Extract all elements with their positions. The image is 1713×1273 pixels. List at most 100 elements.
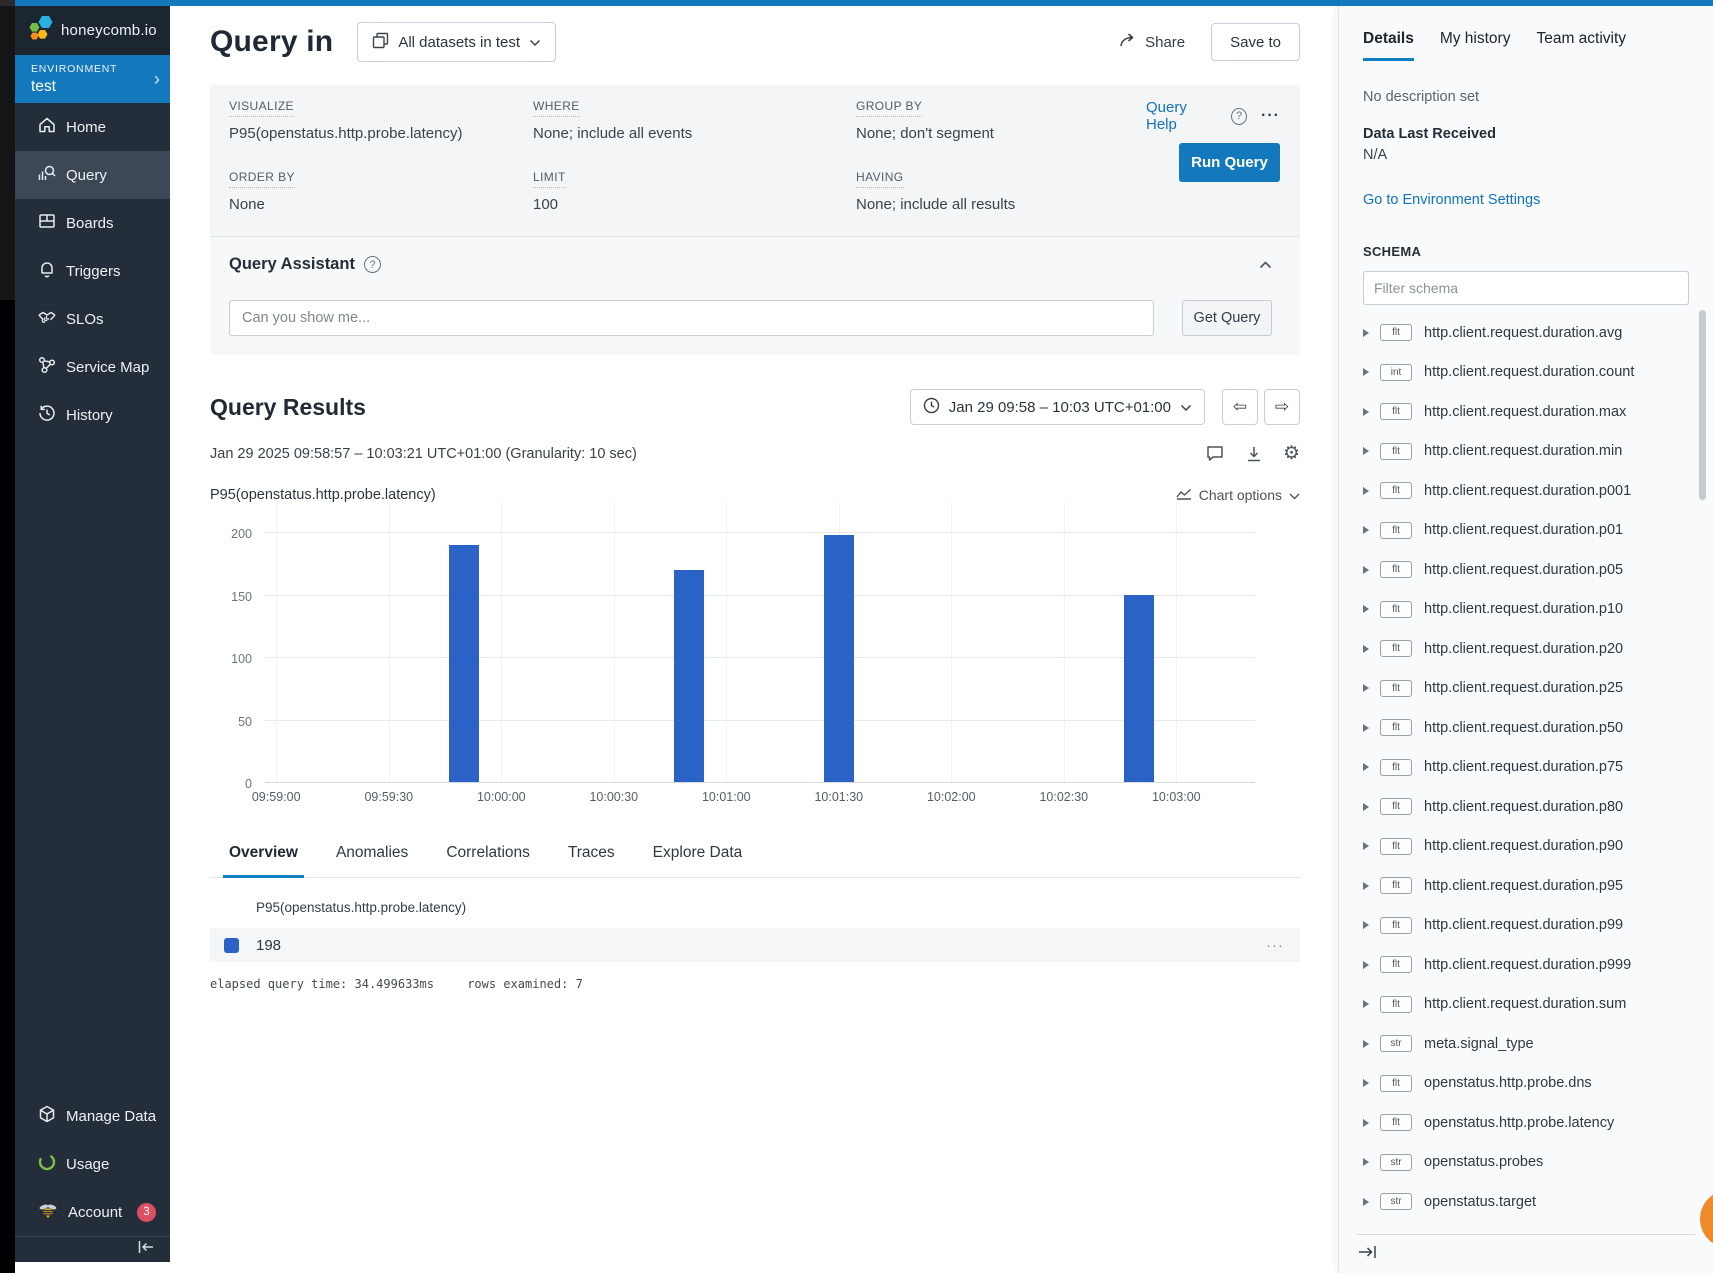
- sidebar-item-home[interactable]: Home: [15, 103, 170, 151]
- details-tab[interactable]: My history: [1440, 30, 1511, 61]
- sidebar-collapse-button[interactable]: [15, 1236, 170, 1262]
- schema-row[interactable]: flt http.client.request.duration.p80: [1363, 787, 1689, 827]
- get-query-button[interactable]: Get Query: [1182, 300, 1272, 336]
- expand-caret-icon[interactable]: [1363, 368, 1369, 376]
- query-help-link[interactable]: Query Help: [1146, 99, 1217, 133]
- chart-bar[interactable]: [449, 545, 479, 783]
- brand-logo[interactable]: honeycomb.io: [15, 6, 170, 55]
- expand-caret-icon[interactable]: [1363, 1198, 1369, 1206]
- collapse-chevron-icon[interactable]: [1259, 256, 1272, 274]
- chart-bar[interactable]: [674, 570, 704, 783]
- row-overflow-menu-icon[interactable]: ···: [1266, 937, 1284, 954]
- schema-row[interactable]: flt http.client.request.duration.avg: [1363, 313, 1689, 353]
- schema-row[interactable]: flt http.client.request.duration.p95: [1363, 866, 1689, 906]
- clause-where[interactable]: WHERE None; include all events: [533, 97, 856, 142]
- sidebar-item-account[interactable]: Account 3: [15, 1188, 170, 1236]
- schema-row[interactable]: str meta.signal_type: [1363, 1024, 1689, 1064]
- gear-icon[interactable]: ⚙: [1283, 444, 1300, 463]
- run-query-button[interactable]: Run Query: [1179, 143, 1280, 182]
- schema-row[interactable]: flt http.client.request.duration.p20: [1363, 629, 1689, 669]
- schema-row[interactable]: flt http.client.request.duration.min: [1363, 432, 1689, 472]
- expand-caret-icon[interactable]: [1363, 961, 1369, 969]
- expand-caret-icon[interactable]: [1363, 526, 1369, 534]
- assistant-prompt-input[interactable]: [229, 300, 1154, 336]
- schema-row[interactable]: flt http.client.request.duration.sum: [1363, 985, 1689, 1025]
- expand-caret-icon[interactable]: [1363, 645, 1369, 653]
- clause-value[interactable]: None; include all results: [856, 196, 1146, 213]
- clause-value[interactable]: None: [229, 196, 533, 213]
- save-to-button[interactable]: Save to: [1211, 23, 1300, 61]
- chart-bar[interactable]: [1124, 595, 1154, 783]
- expand-caret-icon[interactable]: [1363, 1000, 1369, 1008]
- time-back-button[interactable]: ⇦: [1222, 389, 1258, 425]
- comment-button[interactable]: [1205, 444, 1225, 463]
- sidebar-item-slos[interactable]: SLOs: [15, 295, 170, 343]
- results-tab[interactable]: Overview: [223, 844, 304, 878]
- time-range-selector[interactable]: Jan 29 09:58 – 10:03 UTC+01:00: [910, 389, 1205, 425]
- schema-row[interactable]: flt http.client.request.duration.max: [1363, 392, 1689, 432]
- collapse-right-icon[interactable]: [1357, 1244, 1379, 1265]
- chart-options-button[interactable]: Chart options: [1176, 487, 1300, 503]
- schema-row[interactable]: flt http.client.request.duration.p99: [1363, 906, 1689, 946]
- clause-value[interactable]: None; don't segment: [856, 125, 1146, 142]
- clause-group-by[interactable]: GROUP BY None; don't segment: [856, 97, 1146, 142]
- schema-row[interactable]: str openstatus.probes: [1363, 1143, 1689, 1183]
- clause-visualize[interactable]: VISUALIZE P95(openstatus.http.probe.late…: [229, 97, 533, 142]
- expand-caret-icon[interactable]: [1363, 724, 1369, 732]
- chart-bar[interactable]: [824, 535, 854, 783]
- clause-order-by[interactable]: ORDER BY None: [229, 168, 533, 213]
- clause-having[interactable]: HAVING None; include all results: [856, 168, 1146, 213]
- sidebar-item-boards[interactable]: Boards: [15, 199, 170, 247]
- time-forward-button[interactable]: ⇨: [1264, 389, 1300, 425]
- help-icon[interactable]: ?: [364, 256, 381, 273]
- expand-caret-icon[interactable]: [1363, 408, 1369, 416]
- schema-row[interactable]: flt openstatus.http.probe.dns: [1363, 1064, 1689, 1104]
- environment-switcher[interactable]: ENVIRONMENT test ›: [15, 55, 170, 103]
- details-tab[interactable]: Team activity: [1536, 30, 1626, 61]
- schema-row[interactable]: flt http.client.request.duration.p001: [1363, 471, 1689, 511]
- results-tab[interactable]: Traces: [562, 844, 621, 878]
- sidebar-item-manage-data[interactable]: Manage Data: [15, 1092, 170, 1140]
- schema-row[interactable]: flt http.client.request.duration.p25: [1363, 669, 1689, 709]
- help-icon[interactable]: ?: [1231, 108, 1247, 125]
- schema-row[interactable]: flt http.client.request.duration.p01: [1363, 511, 1689, 551]
- schema-row[interactable]: flt http.client.request.duration.p999: [1363, 945, 1689, 985]
- sidebar-item-service-map[interactable]: Service Map: [15, 343, 170, 391]
- overflow-menu-icon[interactable]: ···: [1261, 107, 1280, 125]
- expand-caret-icon[interactable]: [1363, 1158, 1369, 1166]
- schema-row[interactable]: flt http.client.request.duration.p75: [1363, 748, 1689, 788]
- summary-row[interactable]: 198 ···: [210, 928, 1300, 962]
- schema-row[interactable]: str openstatus.target: [1363, 1182, 1689, 1222]
- schema-row[interactable]: flt http.client.request.duration.p05: [1363, 550, 1689, 590]
- dataset-selector[interactable]: All datasets in test: [357, 22, 556, 62]
- expand-caret-icon[interactable]: [1363, 447, 1369, 455]
- schema-row[interactable]: flt http.client.request.duration.p90: [1363, 827, 1689, 867]
- clause-value[interactable]: P95(openstatus.http.probe.latency): [229, 125, 533, 142]
- clause-value[interactable]: None; include all events: [533, 125, 856, 142]
- results-tab[interactable]: Correlations: [440, 844, 536, 878]
- environment-settings-link[interactable]: Go to Environment Settings: [1363, 192, 1689, 208]
- details-tab[interactable]: Details: [1363, 30, 1414, 61]
- schema-filter-input[interactable]: [1363, 271, 1689, 305]
- expand-caret-icon[interactable]: [1363, 1119, 1369, 1127]
- download-button[interactable]: [1245, 445, 1263, 463]
- schema-row[interactable]: flt http.client.request.duration.p50: [1363, 708, 1689, 748]
- schema-row[interactable]: flt openstatus.http.probe.latency: [1363, 1103, 1689, 1143]
- expand-caret-icon[interactable]: [1363, 803, 1369, 811]
- sidebar-item-query[interactable]: Query: [15, 151, 170, 199]
- expand-caret-icon[interactable]: [1363, 487, 1369, 495]
- share-button[interactable]: Share: [1119, 32, 1185, 52]
- sidebar-item-history[interactable]: History: [15, 391, 170, 439]
- results-tab[interactable]: Anomalies: [330, 844, 414, 878]
- scrollbar-thumb[interactable]: [1699, 310, 1706, 500]
- expand-caret-icon[interactable]: [1363, 1079, 1369, 1087]
- expand-caret-icon[interactable]: [1363, 882, 1369, 890]
- expand-caret-icon[interactable]: [1363, 329, 1369, 337]
- expand-caret-icon[interactable]: [1363, 921, 1369, 929]
- clause-value[interactable]: 100: [533, 196, 856, 213]
- clause-limit[interactable]: LIMIT 100: [533, 168, 856, 213]
- expand-caret-icon[interactable]: [1363, 605, 1369, 613]
- expand-caret-icon[interactable]: [1363, 763, 1369, 771]
- expand-caret-icon[interactable]: [1363, 842, 1369, 850]
- expand-caret-icon[interactable]: [1363, 1040, 1369, 1048]
